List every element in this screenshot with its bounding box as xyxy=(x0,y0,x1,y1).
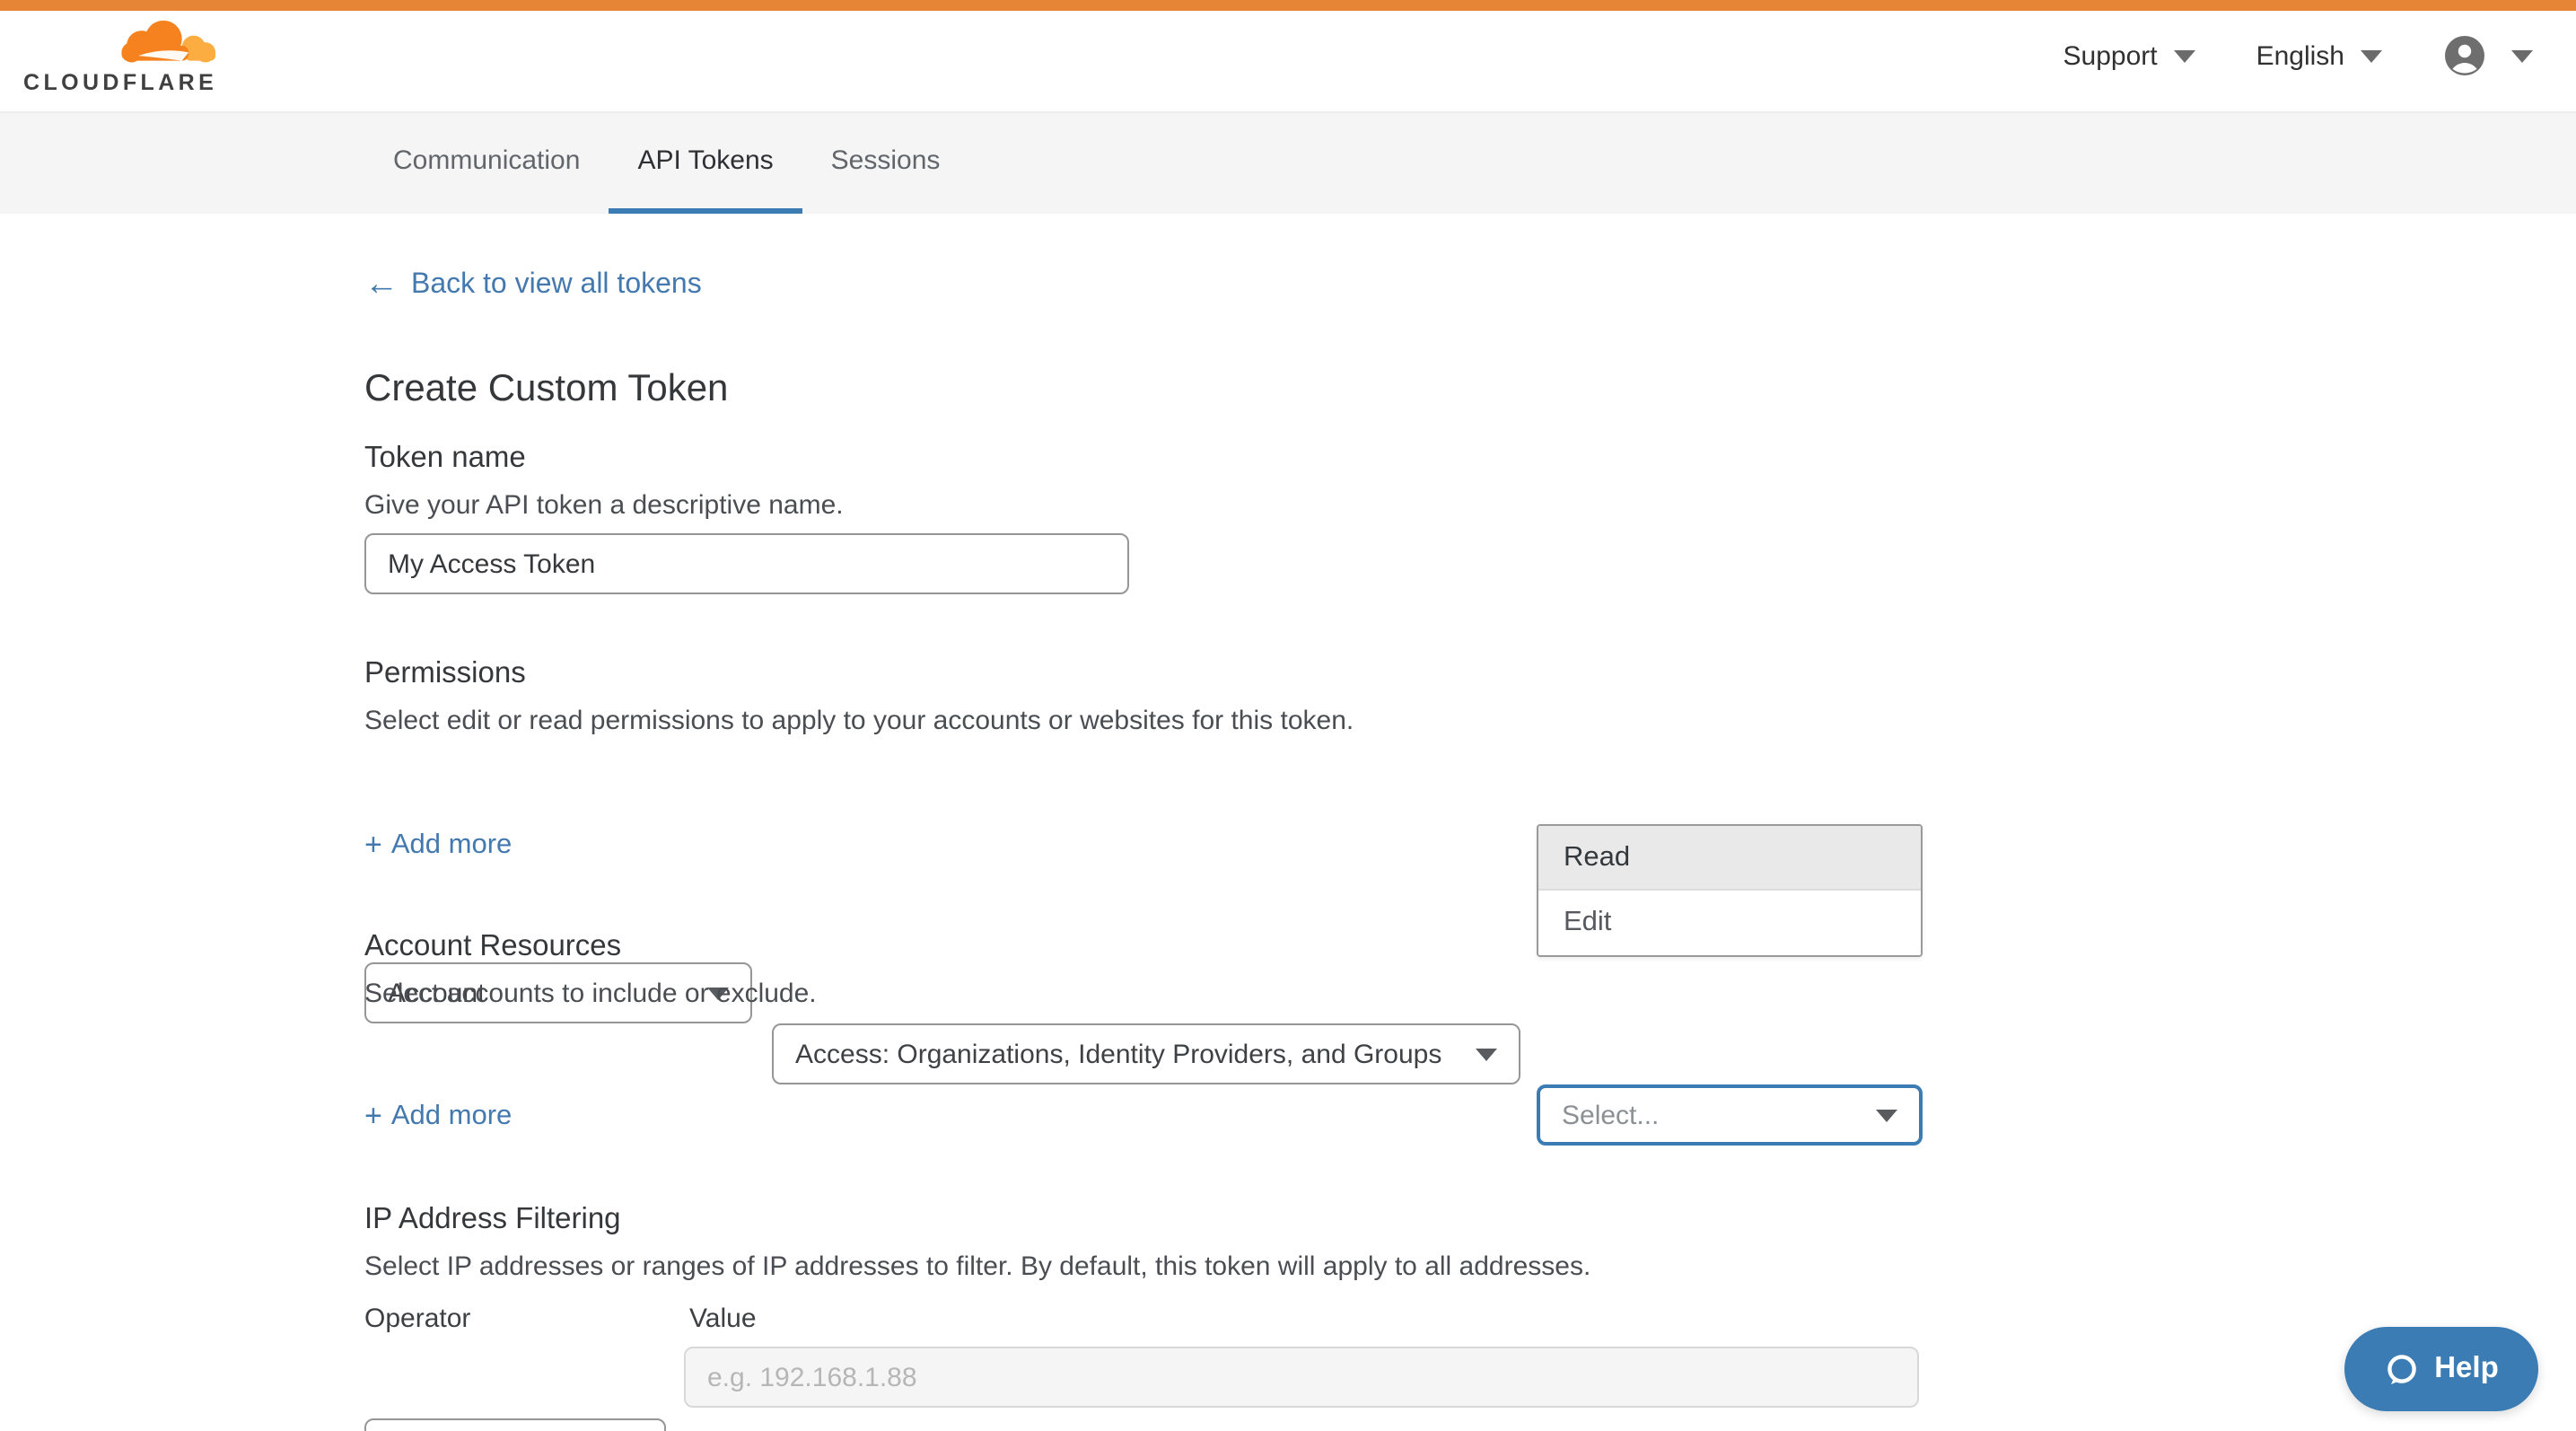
token-name-heading: Token name xyxy=(364,442,526,476)
permission-resource-value: Access: Organizations, Identity Provider… xyxy=(795,1039,1441,1069)
language-menu[interactable]: English xyxy=(2256,40,2382,71)
chevron-down-icon xyxy=(2174,49,2195,62)
chevron-down-icon xyxy=(2361,49,2382,62)
resource-mode-select[interactable]: Include xyxy=(364,1418,666,1431)
tab-communication[interactable]: Communication xyxy=(364,113,609,214)
account-resources-add-more-link[interactable]: + Add more xyxy=(364,1099,512,1135)
add-more-label: Add more xyxy=(391,1101,512,1133)
help-button[interactable]: Help xyxy=(2344,1327,2538,1411)
back-link-label: Back to view all tokens xyxy=(411,269,702,302)
page-title: Create Custom Token xyxy=(364,368,728,411)
tab-api-tokens[interactable]: API Tokens xyxy=(609,113,802,214)
token-name-description: Give your API token a descriptive name. xyxy=(364,490,844,521)
top-header: CLOUDFLARE Support English xyxy=(0,11,2576,111)
plus-icon: + xyxy=(364,828,382,864)
language-menu-label: English xyxy=(2256,40,2344,71)
brand-top-bar xyxy=(0,0,2576,11)
value-label: Value xyxy=(689,1304,757,1334)
chevron-down-icon xyxy=(1876,1110,1897,1122)
back-arrow-icon: ← xyxy=(364,271,399,300)
ip-filtering-heading: IP Address Filtering xyxy=(364,1203,621,1237)
cloudflare-wordmark: CLOUDFLARE xyxy=(23,70,221,95)
menu-option-read[interactable]: Read xyxy=(1538,826,1921,891)
page: CLOUDFLARE Support English Communicati xyxy=(0,0,2576,1431)
chevron-down-icon xyxy=(1476,1049,1497,1061)
ip-value-input xyxy=(684,1347,1919,1408)
account-resources-description: Select accounts to include or exclude. xyxy=(364,979,817,1009)
back-to-tokens-link[interactable]: ← Back to view all tokens xyxy=(364,269,702,302)
plus-icon: + xyxy=(364,1099,382,1135)
menu-option-edit[interactable]: Edit xyxy=(1538,891,1921,955)
account-tabs: Communication API Tokens Sessions xyxy=(0,111,2576,214)
account-resources-heading: Account Resources xyxy=(364,930,621,964)
tab-sessions[interactable]: Sessions xyxy=(802,113,969,214)
permission-level-select[interactable]: Select... xyxy=(1537,1084,1923,1146)
chevron-down-icon xyxy=(2511,49,2533,62)
permission-resource-select[interactable]: Access: Organizations, Identity Provider… xyxy=(772,1023,1520,1084)
operator-label: Operator xyxy=(364,1304,470,1334)
chat-bubble-icon xyxy=(2384,1351,2420,1387)
cloudflare-cloud-icon xyxy=(115,20,215,68)
token-name-input[interactable] xyxy=(364,533,1129,594)
permissions-description: Select edit or read permissions to apply… xyxy=(364,706,1354,736)
support-menu[interactable]: Support xyxy=(2063,40,2195,71)
permissions-heading: Permissions xyxy=(364,657,526,691)
header-nav: Support English xyxy=(2063,11,2534,101)
permissions-add-more-link[interactable]: + Add more xyxy=(364,828,512,864)
permission-level-menu: Read Edit xyxy=(1537,824,1923,957)
cloudflare-logo[interactable]: CLOUDFLARE xyxy=(23,20,221,102)
support-menu-label: Support xyxy=(2063,40,2158,71)
account-menu[interactable] xyxy=(2443,34,2533,77)
permission-level-placeholder: Select... xyxy=(1562,1100,1659,1130)
add-more-label: Add more xyxy=(391,830,512,862)
avatar-icon xyxy=(2443,34,2486,77)
ip-filtering-description: Select IP addresses or ranges of IP addr… xyxy=(364,1251,1590,1282)
help-button-label: Help xyxy=(2434,1352,2499,1386)
